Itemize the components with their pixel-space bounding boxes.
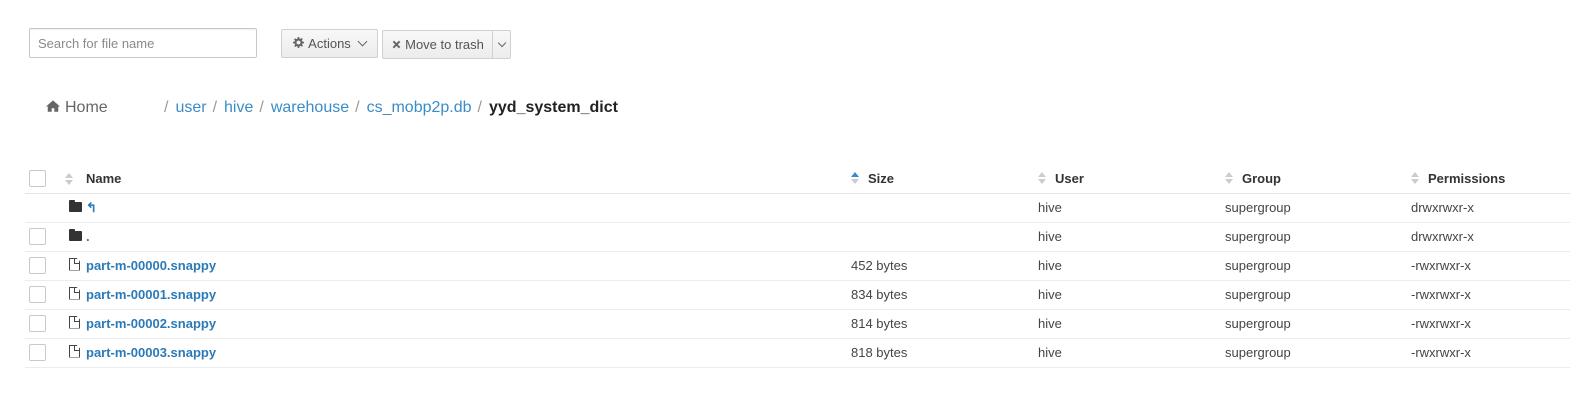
actions-label: Actions xyxy=(308,36,351,51)
sort-icon[interactable] xyxy=(65,173,73,186)
home-label: Home xyxy=(65,99,108,116)
file-icon xyxy=(69,344,80,358)
file-icon xyxy=(69,315,80,329)
table-row[interactable]: part-m-00003.snappy 818 bytes hive super… xyxy=(25,338,1570,368)
move-to-trash-button[interactable]: Move to trash xyxy=(382,30,493,59)
actions-button[interactable]: Actions xyxy=(281,29,378,58)
row-permissions: -rwxrwxr-x xyxy=(1411,309,1570,339)
row-size: 452 bytes xyxy=(851,251,1038,281)
row-name-link[interactable]: part-m-00000.snappy xyxy=(86,258,216,273)
row-name-link[interactable]: ↰ xyxy=(86,200,97,215)
trash-options-toggle[interactable] xyxy=(492,30,511,59)
breadcrumb-separator: / xyxy=(164,99,169,116)
sort-icon xyxy=(1225,172,1233,185)
row-user: hive xyxy=(1038,280,1225,310)
row-name-link[interactable]: . xyxy=(86,229,90,244)
breadcrumb-item-database[interactable]: cs_mobp2p.db xyxy=(367,99,472,117)
row-size: 818 bytes xyxy=(851,338,1038,368)
table-row[interactable]: part-m-00002.snappy 814 bytes hive super… xyxy=(25,309,1570,339)
search-input[interactable] xyxy=(29,28,257,58)
file-table: Name Size User Group Permissions ↰ hive … xyxy=(25,164,1570,368)
gear-icon xyxy=(293,36,305,51)
breadcrumb-separator: / xyxy=(259,99,264,116)
row-name-link[interactable]: part-m-00001.snappy xyxy=(86,287,216,302)
row-checkbox[interactable] xyxy=(29,286,46,304)
row-group: supergroup xyxy=(1225,251,1411,281)
breadcrumb-item-user[interactable]: user xyxy=(175,99,206,117)
row-size xyxy=(851,193,1038,223)
row-permissions: -rwxrwxr-x xyxy=(1411,338,1570,368)
chevron-down-icon xyxy=(497,38,506,47)
folder-icon xyxy=(69,229,82,241)
breadcrumb-separator: / xyxy=(477,99,482,116)
table-header-row: Name Size User Group Permissions xyxy=(25,164,1570,194)
column-header-user[interactable]: User xyxy=(1038,164,1225,194)
file-icon xyxy=(69,286,80,300)
breadcrumb-separator: / xyxy=(355,99,360,116)
table-row[interactable]: ↰ hive supergroup drwxrwxr-x xyxy=(25,193,1570,223)
row-user: hive xyxy=(1038,193,1225,223)
table-row[interactable]: part-m-00000.snappy 452 bytes hive super… xyxy=(25,251,1570,281)
home-icon xyxy=(46,99,60,117)
folder-icon xyxy=(69,200,82,212)
row-group: supergroup xyxy=(1225,309,1411,339)
row-size xyxy=(851,222,1038,252)
close-icon xyxy=(392,37,401,52)
sort-icon xyxy=(851,172,859,185)
table-row[interactable]: . hive supergroup drwxrwxr-x xyxy=(25,222,1570,252)
sort-icon xyxy=(1411,172,1419,185)
breadcrumb-current: yyd_system_dict xyxy=(489,99,618,116)
table-row[interactable]: part-m-00001.snappy 834 bytes hive super… xyxy=(25,280,1570,310)
row-permissions: -rwxrwxr-x xyxy=(1411,280,1570,310)
row-permissions: drwxrwxr-x xyxy=(1411,193,1570,223)
row-permissions: -rwxrwxr-x xyxy=(1411,251,1570,281)
column-header-name[interactable]: Name xyxy=(86,164,851,194)
select-all-checkbox[interactable] xyxy=(29,169,46,187)
column-header-permissions[interactable]: Permissions xyxy=(1411,164,1570,194)
row-group: supergroup xyxy=(1225,222,1411,252)
row-user: hive xyxy=(1038,222,1225,252)
row-name-link[interactable]: part-m-00002.snappy xyxy=(86,316,216,331)
row-size: 834 bytes xyxy=(851,280,1038,310)
column-header-group[interactable]: Group xyxy=(1225,164,1411,194)
breadcrumb-item-warehouse[interactable]: warehouse xyxy=(271,99,349,117)
row-checkbox[interactable] xyxy=(29,315,46,333)
row-group: supergroup xyxy=(1225,193,1411,223)
breadcrumb-item-hive[interactable]: hive xyxy=(224,99,253,117)
row-group: supergroup xyxy=(1225,338,1411,368)
row-checkbox[interactable] xyxy=(29,344,46,362)
breadcrumb-separator: / xyxy=(212,99,218,116)
row-checkbox[interactable] xyxy=(29,257,46,275)
move-to-trash-label: Move to trash xyxy=(405,37,484,52)
breadcrumb-home[interactable]: Home xyxy=(46,99,108,117)
sort-icon xyxy=(1038,172,1046,185)
row-permissions: drwxrwxr-x xyxy=(1411,222,1570,252)
row-user: hive xyxy=(1038,309,1225,339)
row-name-link[interactable]: part-m-00003.snappy xyxy=(86,345,216,360)
row-group: supergroup xyxy=(1225,280,1411,310)
row-user: hive xyxy=(1038,251,1225,281)
column-header-size[interactable]: Size xyxy=(851,164,1038,194)
file-icon xyxy=(69,257,80,271)
row-size: 814 bytes xyxy=(851,309,1038,339)
row-checkbox[interactable] xyxy=(29,228,46,246)
chevron-down-icon xyxy=(357,36,368,47)
row-user: hive xyxy=(1038,338,1225,368)
